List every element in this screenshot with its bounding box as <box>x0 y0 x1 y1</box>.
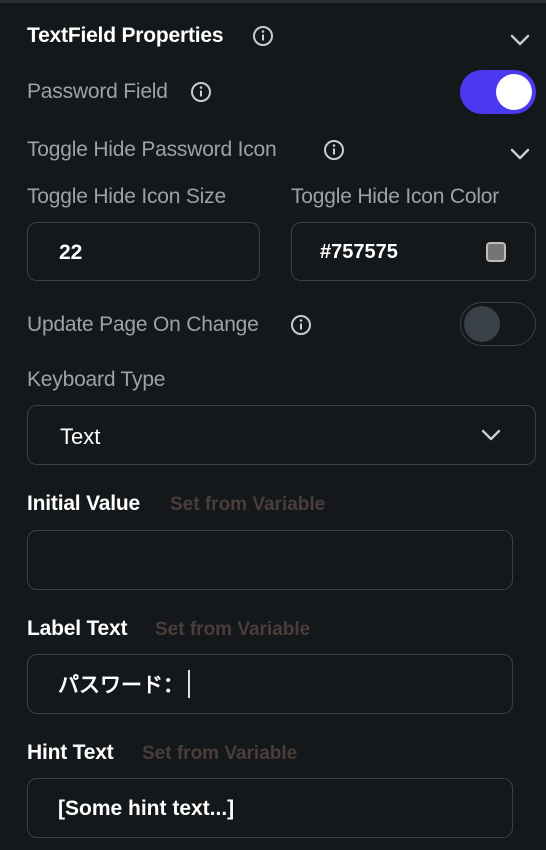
initial-value-set-from-variable-link[interactable]: Set from Variable <box>170 494 325 516</box>
keyboard-type-selected: Text <box>60 424 101 449</box>
color-swatch-icon[interactable] <box>486 242 506 262</box>
update-page-on-change-label: Update Page On Change <box>27 313 259 336</box>
hint-text-label: Hint Text <box>27 741 114 764</box>
top-divider <box>0 0 546 3</box>
info-icon[interactable] <box>252 25 274 47</box>
icon-size-value: 22 <box>59 241 83 264</box>
hint-text-input[interactable]: [Some hint text...] <box>27 778 513 838</box>
toggle-hide-icon-size-input[interactable]: 22 <box>27 222 260 281</box>
icon-color-value: #757575 <box>320 241 398 263</box>
section-collapse-chevron-down-icon[interactable] <box>508 28 532 52</box>
initial-value-input[interactable] <box>27 530 513 590</box>
info-icon[interactable] <box>323 139 345 161</box>
text-cursor <box>188 670 190 698</box>
update-page-on-change-toggle[interactable] <box>460 302 536 346</box>
toggle-hide-icon-color-label: Toggle Hide Icon Color <box>291 185 500 208</box>
toggle-hide-icon-color-input[interactable]: #757575 <box>291 222 536 281</box>
toggle-hide-password-icon-label: Toggle Hide Password Icon <box>27 138 277 161</box>
toggle-hide-chevron-down-icon[interactable] <box>508 142 532 166</box>
info-icon[interactable] <box>190 81 212 103</box>
toggle-hide-icon-size-label: Toggle Hide Icon Size <box>27 185 226 208</box>
toggle-knob <box>464 306 500 342</box>
password-field-toggle[interactable] <box>460 70 536 114</box>
keyboard-type-label: Keyboard Type <box>27 368 166 391</box>
label-text-value: パスワード： <box>58 673 184 697</box>
chevron-down-icon <box>481 429 501 441</box>
initial-value-label: Initial Value <box>27 492 140 515</box>
keyboard-type-select[interactable]: Text <box>27 405 536 465</box>
hint-text-set-from-variable-link[interactable]: Set from Variable <box>142 743 297 765</box>
hint-text-value: [Some hint text...] <box>58 797 235 820</box>
label-text-label: Label Text <box>27 617 128 640</box>
label-text-input[interactable]: パスワード： <box>27 654 513 714</box>
label-text-content: パスワード： <box>58 669 190 699</box>
section-title: TextField Properties <box>27 24 224 47</box>
toggle-knob <box>496 74 532 110</box>
info-icon[interactable] <box>290 314 312 336</box>
password-field-label: Password Field <box>27 80 168 103</box>
label-text-set-from-variable-link[interactable]: Set from Variable <box>155 619 310 641</box>
